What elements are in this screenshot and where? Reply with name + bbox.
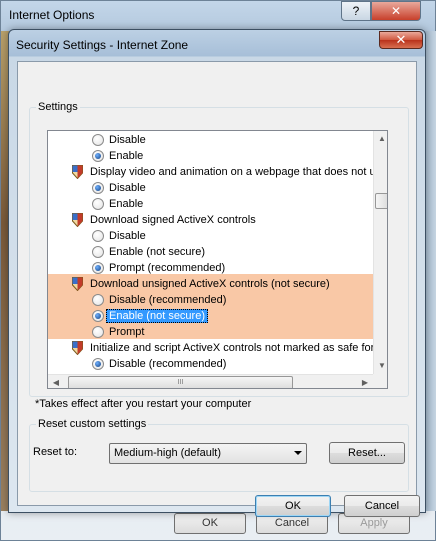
reset-group-label: Reset custom settings <box>36 418 149 430</box>
radio-unchecked[interactable] <box>92 230 104 242</box>
vertical-scroll-thumb[interactable] <box>375 193 387 209</box>
settings-group-label: Settings <box>36 101 80 113</box>
setting-option[interactable]: Enable <box>48 148 373 164</box>
setting-option[interactable]: Disable (recommended) <box>48 356 373 372</box>
radio-unchecked[interactable] <box>92 326 104 338</box>
setting-label: Disable (recommended) <box>109 294 227 306</box>
reset-to-label: Reset to: <box>33 446 78 458</box>
setting-option[interactable]: Prompt (recommended) <box>48 260 373 276</box>
setting-option[interactable]: Disable <box>48 132 373 148</box>
setting-label: Disable <box>109 230 146 242</box>
horizontal-scroll-thumb[interactable]: III <box>68 376 293 388</box>
setting-label: Display video and animation on a webpage… <box>90 166 373 178</box>
radio-unchecked[interactable] <box>92 246 104 258</box>
setting-label: Enable (not secure) <box>106 308 208 324</box>
dialog-client-area: Settings Disable Enable Display video and … <box>17 61 420 517</box>
setting-category: Display video and animation on a webpage… <box>48 164 373 180</box>
reset-level-select[interactable]: Medium-high (default) <box>109 443 307 464</box>
radio-checked[interactable] <box>92 150 104 162</box>
setting-label: Prompt (recommended) <box>109 262 226 274</box>
setting-label: Initialize and script ActiveX controls n… <box>90 342 373 354</box>
security-shield-icon <box>72 165 83 179</box>
setting-category: Download signed ActiveX controls <box>48 212 373 228</box>
setting-label: Enable <box>109 150 144 162</box>
radio-checked[interactable] <box>92 310 104 322</box>
chevron-down-icon <box>294 451 302 455</box>
setting-label: Disable (recommended) <box>109 358 227 370</box>
selected-setting-label: Enable (not secure) <box>106 309 208 323</box>
scroll-left-icon[interactable]: ◀ <box>48 375 64 388</box>
ok-button[interactable]: OK <box>255 495 331 517</box>
scroll-right-icon[interactable]: ▶ <box>357 375 373 388</box>
restart-note: *Takes effect after you restart your com… <box>35 398 252 410</box>
setting-label: Disable <box>109 182 146 194</box>
setting-option[interactable]: Enable <box>48 196 373 212</box>
setting-category: Download unsigned ActiveX controls (not … <box>48 276 373 292</box>
radio-checked[interactable] <box>92 182 104 194</box>
settings-tree[interactable]: Disable Enable Display video and animation… <box>47 130 388 389</box>
setting-label: Prompt <box>109 326 145 338</box>
security-shield-icon <box>72 277 83 291</box>
security-settings-dialog: Security Settings - Internet Zone ✕ Sett… <box>8 29 426 517</box>
radio-checked[interactable] <box>92 358 104 370</box>
scroll-down-icon[interactable]: ▼ <box>374 358 387 374</box>
setting-label: Enable (not secure) <box>109 246 205 258</box>
setting-option[interactable]: Disable <box>48 180 373 196</box>
radio-unchecked[interactable] <box>92 198 104 210</box>
background-ok-button[interactable]: OK <box>174 513 246 534</box>
cancel-button[interactable]: Cancel <box>344 495 420 517</box>
internet-options-title: Internet Options <box>9 8 95 22</box>
setting-label: Download unsigned ActiveX controls (not … <box>90 278 330 290</box>
setting-label: Enable <box>109 198 144 210</box>
security-shield-icon <box>72 341 83 355</box>
radio-checked[interactable] <box>92 262 104 274</box>
settings-tree-viewport: Disable Enable Display video and animation… <box>48 131 373 374</box>
setting-label: Download signed ActiveX controls <box>90 214 256 226</box>
scrollbar-corner <box>373 374 387 388</box>
security-shield-icon <box>72 213 83 227</box>
vertical-scrollbar[interactable]: ▲ ▼ <box>373 131 387 374</box>
setting-category: Initialize and script ActiveX controls n… <box>48 340 373 356</box>
help-button[interactable]: ? <box>341 1 371 21</box>
setting-option[interactable]: Disable (recommended) <box>48 292 373 308</box>
setting-option[interactable]: Enable (not secure) <box>48 308 373 324</box>
dialog-title: Security Settings - Internet Zone <box>16 38 189 52</box>
setting-option[interactable]: Enable (not secure) <box>48 244 373 260</box>
reset-level-value: Medium-high (default) <box>114 447 221 459</box>
dialog-close-button[interactable]: ✕ <box>379 31 423 49</box>
scroll-up-icon[interactable]: ▲ <box>374 131 387 147</box>
reset-button[interactable]: Reset... <box>329 442 405 464</box>
background-close-button[interactable]: ✕ <box>371 1 421 21</box>
radio-unchecked[interactable] <box>92 294 104 306</box>
horizontal-scrollbar[interactable]: ◀ III ▶ <box>48 374 373 388</box>
setting-label: Disable <box>109 134 146 146</box>
setting-option[interactable]: Disable <box>48 228 373 244</box>
radio-unchecked[interactable] <box>92 134 104 146</box>
settings-group: Settings Disable Enable Display video and … <box>29 101 409 397</box>
setting-option[interactable]: Prompt <box>48 324 373 340</box>
